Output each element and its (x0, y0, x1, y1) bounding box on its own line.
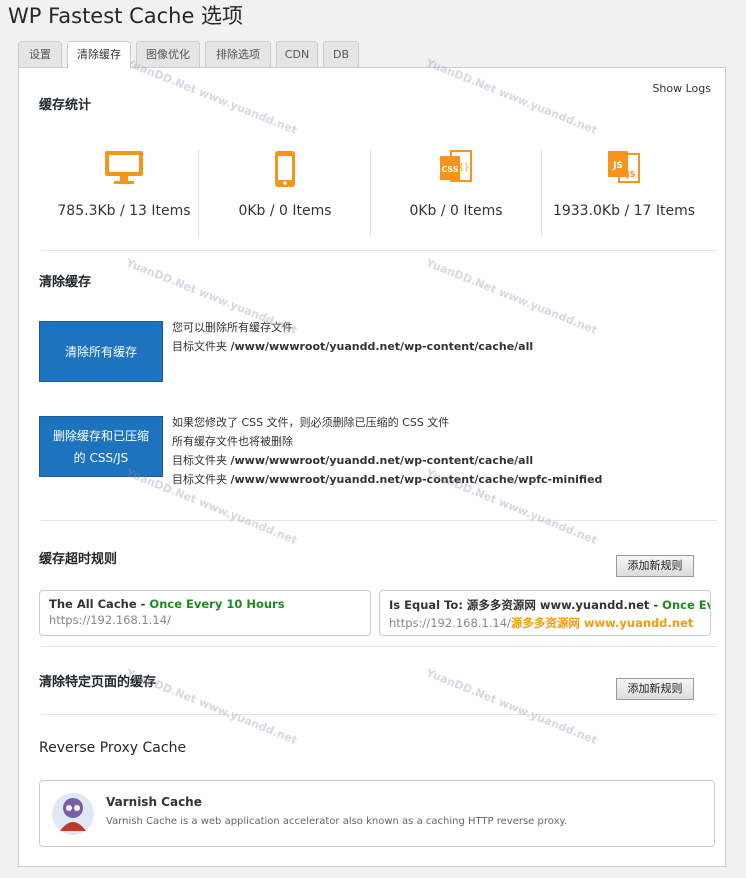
specific-pages-title: 清除特定页面的缓存 (39, 675, 157, 690)
svg-text:JS: JS (626, 170, 636, 179)
clear-cache-and-minified-button[interactable]: 删除缓存和已压缩 的 CSS/JS (39, 416, 163, 477)
tab-db[interactable]: DB (323, 41, 359, 67)
add-specific-page-rule-button[interactable]: 添加新规则 (616, 678, 694, 700)
cache-stats-title: 缓存统计 (39, 98, 92, 113)
clear-minified-description: 如果您修改了 CSS 文件，则必须删除已压缩的 CSS 文件 所有缓存文件也将被… (172, 416, 603, 486)
divider (198, 150, 199, 236)
clear-cache-panel: Show Logs 缓存统计 785.3Kb / 13 Items 0Kb / … (18, 67, 726, 867)
clear-all-cache-button[interactable]: 清除所有缓存 (39, 321, 163, 382)
tab-clear-cache[interactable]: 清除缓存 (67, 41, 131, 69)
js-icon-label: JS (612, 161, 623, 171)
tab-settings[interactable]: 设置 (18, 41, 62, 67)
timeout-rule-card[interactable]: The All Cache - Once Every 10 Hours http… (39, 590, 371, 636)
timeout-rule-card[interactable]: Is Equal To: 源多多资源网 www.yuandd.net - Onc… (379, 590, 711, 636)
clear-all-description: 您可以删除所有缓存文件 目标文件夹 /www/wwwroot/yuandd.ne… (172, 321, 534, 353)
stat-css-value: 0Kb / 0 Items (409, 203, 503, 219)
divider (41, 646, 717, 647)
add-timeout-rule-button[interactable]: 添加新规则 (616, 555, 694, 577)
stat-js-value: 1933.0Kb / 17 Items (552, 203, 696, 219)
divider (41, 520, 717, 521)
varnish-description: Varnish Cache is a web application accel… (106, 816, 568, 827)
svg-text:{}: {} (458, 163, 469, 173)
stat-mobile: 0Kb / 0 Items (200, 148, 370, 243)
page-title: WP Fastest Cache 选项 (8, 4, 244, 28)
varnish-cache-card[interactable]: Varnish Cache Varnish Cache is a web app… (39, 780, 715, 847)
reverse-proxy-title: Reverse Proxy Cache (39, 740, 187, 756)
divider (41, 250, 717, 251)
tab-image-optimization[interactable]: 图像优化 (136, 41, 200, 67)
cache-stats: 785.3Kb / 13 Items 0Kb / 0 Items CSS {} (39, 148, 707, 243)
tab-cdn[interactable]: CDN (276, 41, 318, 67)
css-icon: CSS {} (439, 150, 473, 190)
show-logs-link[interactable]: Show Logs (652, 82, 711, 95)
stat-desktop-value: 785.3Kb / 13 Items (57, 203, 191, 219)
stat-desktop: 785.3Kb / 13 Items (39, 148, 209, 243)
clear-cache-title: 清除缓存 (39, 275, 92, 290)
divider (370, 150, 371, 236)
divider (541, 150, 542, 236)
css-icon-label: CSS (441, 165, 458, 174)
timeout-rules-title: 缓存超时规则 (39, 552, 118, 567)
stat-mobile-value: 0Kb / 0 Items (238, 203, 332, 219)
divider (41, 714, 717, 715)
tab-exclude[interactable]: 排除选项 (205, 41, 271, 67)
mobile-icon (274, 150, 296, 192)
varnish-title: Varnish Cache (106, 795, 202, 809)
stat-css: CSS {} 0Kb / 0 Items (371, 148, 541, 243)
desktop-icon (104, 150, 144, 190)
js-icon: JS JS (607, 150, 641, 190)
varnish-logo-icon (50, 791, 96, 841)
stat-js: JS JS 1933.0Kb / 17 Items (539, 148, 709, 243)
